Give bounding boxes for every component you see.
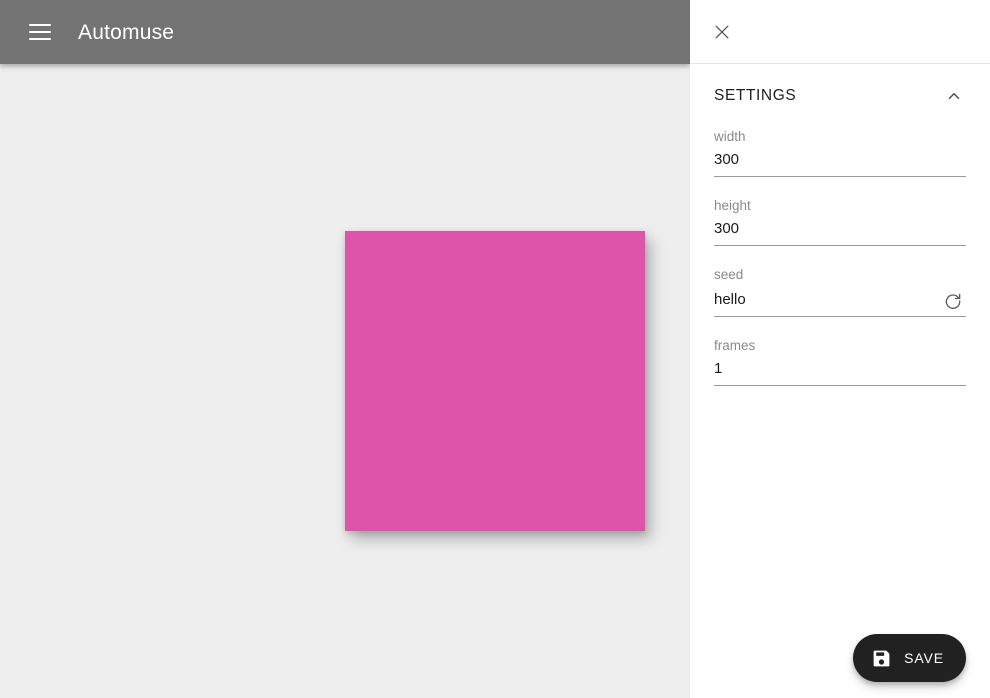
menu-bar-1 <box>29 24 51 26</box>
field-height: height <box>714 197 966 246</box>
app-title: Automuse <box>78 20 175 44</box>
save-button-label: SAVE <box>904 650 944 666</box>
settings-section-title: SETTINGS <box>714 87 797 104</box>
hamburger-menu-icon[interactable] <box>20 12 60 52</box>
field-height-row <box>714 219 966 246</box>
field-width: width <box>714 128 966 177</box>
field-seed: seed <box>714 266 966 317</box>
field-width-label: width <box>714 129 746 144</box>
field-width-row <box>714 150 966 177</box>
settings-fields: width height seed <box>690 128 990 386</box>
refresh-icon[interactable] <box>940 288 966 314</box>
chevron-up-icon[interactable] <box>938 80 970 112</box>
field-height-label: height <box>714 198 751 213</box>
height-input[interactable] <box>714 219 966 245</box>
width-input[interactable] <box>714 150 966 176</box>
drawer-topbar <box>690 0 990 64</box>
canvas-area[interactable] <box>0 64 690 698</box>
save-floppy-icon <box>871 648 892 669</box>
field-seed-label: seed <box>714 267 744 282</box>
app-root: Automuse SETTINGS width 300 height 300 s… <box>0 0 990 698</box>
main-region: Automuse <box>0 0 690 698</box>
settings-drawer: SETTINGS width height <box>690 0 990 698</box>
menu-bar-3 <box>29 38 51 40</box>
menu-bar-2 <box>29 31 51 33</box>
close-icon[interactable] <box>702 12 742 52</box>
field-frames-label: frames <box>714 338 756 353</box>
field-seed-row <box>714 288 966 317</box>
seed-input[interactable] <box>714 290 940 316</box>
generated-artwork[interactable] <box>345 231 645 531</box>
frames-input[interactable] <box>714 359 966 385</box>
app-toolbar: Automuse <box>0 0 690 64</box>
field-frames-row <box>714 359 966 386</box>
save-button[interactable]: SAVE <box>853 634 966 682</box>
field-frames: frames <box>714 337 966 386</box>
settings-section-header[interactable]: SETTINGS <box>690 64 990 128</box>
